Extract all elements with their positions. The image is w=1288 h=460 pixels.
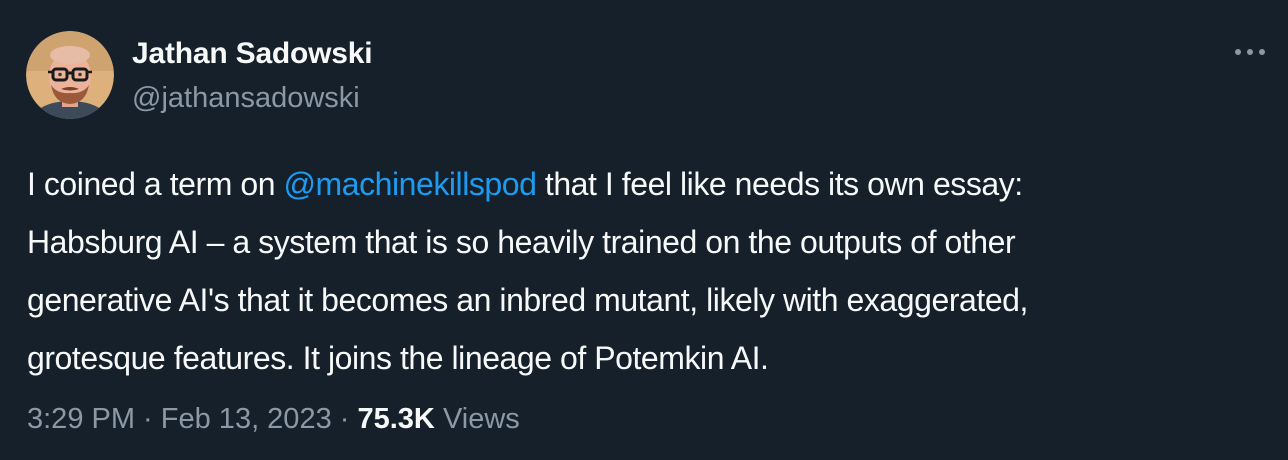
- tweet-text: I coined a term on @machinekillspod that…: [27, 155, 1267, 387]
- tweet-metadata: 3:29 PM · Feb 13, 2023 · 75.3K Views: [27, 399, 520, 439]
- author-info: Jathan Sadowski @jathansadowski: [132, 36, 373, 116]
- more-options-button[interactable]: [1232, 40, 1268, 64]
- meta-separator: ·: [331, 403, 358, 435]
- tweet-card: Jathan Sadowski @jathansadowski I coined…: [0, 0, 1288, 460]
- tweet-text-line-2: Habsburg AI – a system that is so heavil…: [27, 224, 1016, 260]
- avatar[interactable]: [26, 31, 114, 119]
- tweet-text-segment: that I feel like needs its own essay:: [536, 166, 1023, 202]
- mention-link[interactable]: @machinekillspod: [283, 166, 536, 202]
- more-horizontal-icon: [1235, 49, 1265, 55]
- tweet-text-line-1: I coined a term on @machinekillspod that…: [27, 155, 1267, 213]
- display-name[interactable]: Jathan Sadowski: [132, 36, 373, 72]
- tweet-time[interactable]: 3:29 PM: [27, 403, 135, 435]
- views-count[interactable]: 75.3K: [357, 403, 434, 435]
- user-handle[interactable]: @jathansadowski: [132, 80, 372, 116]
- views-label: Views: [442, 403, 520, 435]
- tweet-date[interactable]: Feb 13, 2023: [161, 403, 332, 435]
- tweet-text-segment: I coined a term on: [27, 166, 284, 202]
- tweet-text-line-4: grotesque features. It joins the lineage…: [27, 340, 769, 376]
- meta-separator: ·: [135, 403, 161, 435]
- tweet-text-line-3: generative AI's that it becomes an inbre…: [27, 282, 1028, 318]
